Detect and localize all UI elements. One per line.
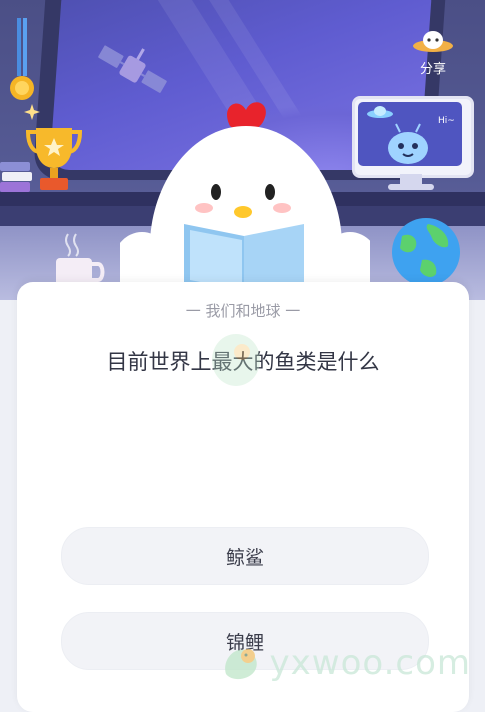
- watermark-mascot-icon: [212, 334, 260, 386]
- monitor-greeting: Hi~: [438, 116, 455, 126]
- answer-option-label: 鲸鲨: [225, 546, 264, 569]
- answer-option-1[interactable]: 鲸鲨: [61, 527, 429, 585]
- satellite-icon: [98, 45, 167, 93]
- ufo-share-icon: [413, 31, 453, 52]
- header-illustration: Hi~ 分享: [0, 0, 485, 300]
- watermark-text: yxwoo.com: [269, 643, 471, 683]
- ufo-icon: [367, 106, 393, 118]
- chick-mascot: [112, 96, 380, 300]
- site-watermark: yxwoo.com: [220, 643, 471, 683]
- share-button[interactable]: 分享: [403, 28, 463, 77]
- medal-icon: [10, 18, 34, 100]
- share-label: 分享: [419, 62, 446, 77]
- books-icon: [0, 162, 32, 192]
- globe-icon: [392, 218, 460, 286]
- alien-icon: [388, 123, 428, 164]
- sparkle-icon: [24, 104, 40, 120]
- question-category: 一 我们和地球 一: [185, 302, 301, 320]
- watermark-logo-icon: [224, 649, 257, 680]
